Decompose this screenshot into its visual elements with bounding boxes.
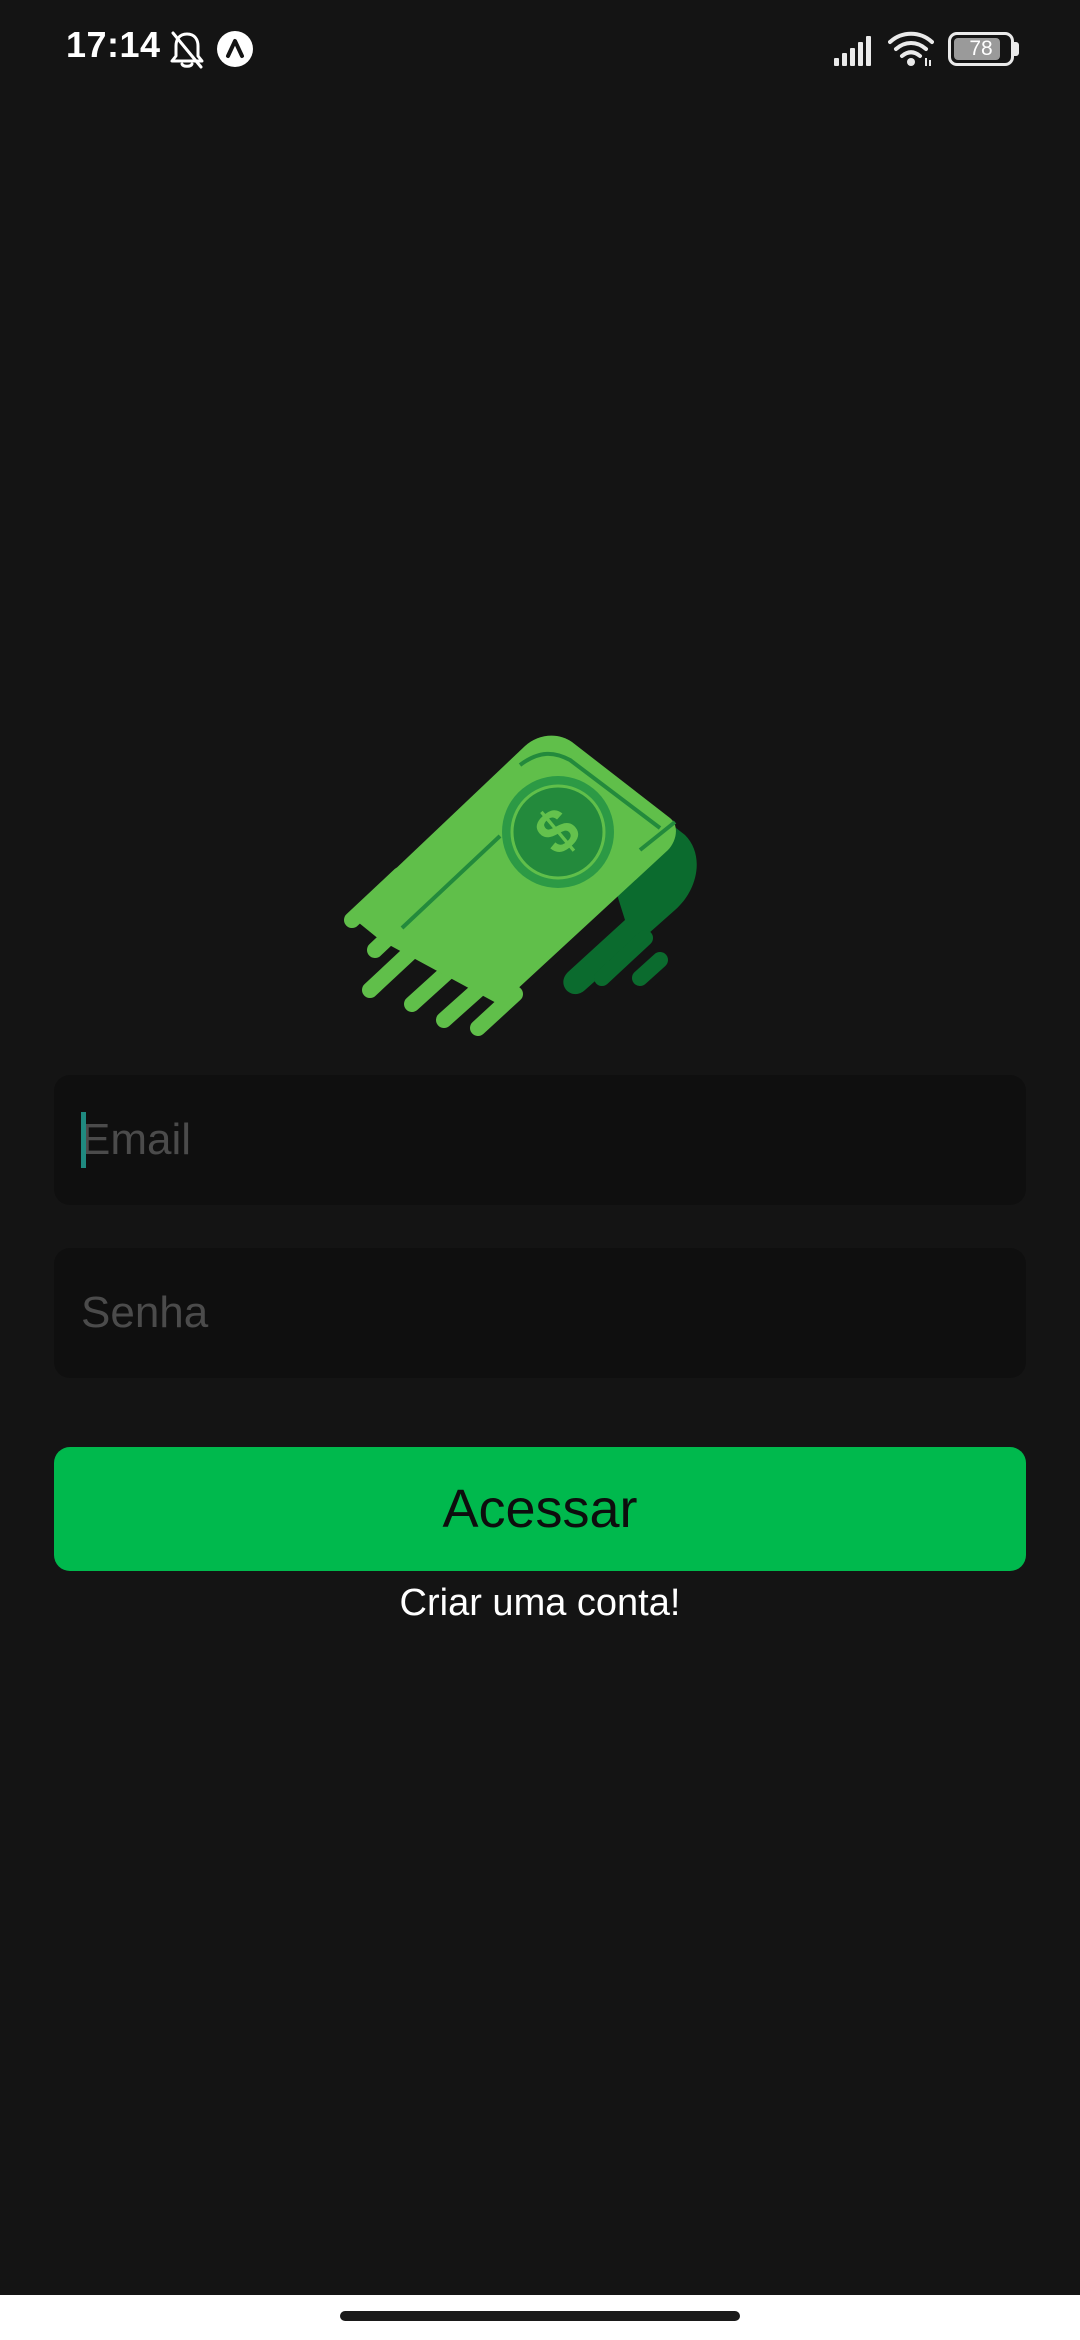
home-indicator[interactable] bbox=[340, 2311, 740, 2321]
battery-tip bbox=[1014, 42, 1019, 56]
email-field-container[interactable] bbox=[54, 1075, 1026, 1205]
login-button[interactable]: Acessar bbox=[54, 1447, 1026, 1571]
password-field-container[interactable] bbox=[54, 1248, 1026, 1378]
money-logo-icon: $ bbox=[344, 735, 697, 1036]
email-field[interactable] bbox=[81, 1115, 1026, 1165]
create-account-link[interactable]: Criar uma conta! bbox=[0, 1582, 1080, 1625]
battery-level: 78 bbox=[969, 37, 993, 60]
navigation-bar bbox=[0, 2295, 1080, 2340]
status-bar: 17:14 78 bbox=[0, 0, 1080, 100]
app-notification-icon bbox=[217, 31, 253, 67]
battery-icon: 78 bbox=[948, 32, 1014, 66]
password-field[interactable] bbox=[81, 1288, 1026, 1338]
signal-icon bbox=[834, 36, 871, 66]
text-caret bbox=[81, 1112, 86, 1168]
wifi-icon bbox=[888, 31, 934, 66]
status-time: 17:14 bbox=[66, 24, 161, 65]
bell-off-icon bbox=[170, 31, 204, 69]
